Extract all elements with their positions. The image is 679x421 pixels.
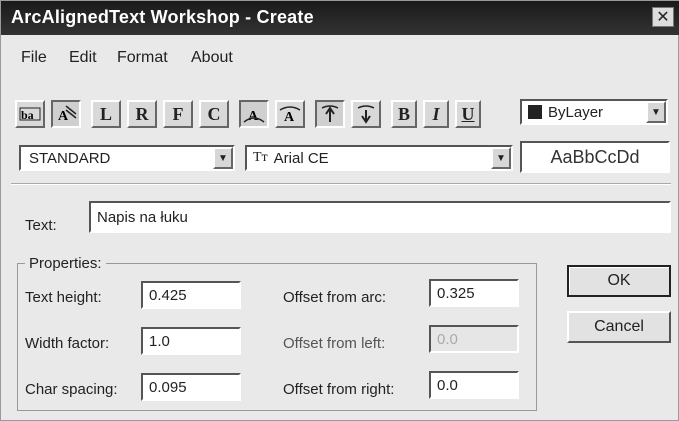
font-select[interactable]: Tт Arial CE ▼ xyxy=(245,145,513,171)
inward-button[interactable] xyxy=(351,100,381,128)
close-icon: ✕ xyxy=(656,9,670,26)
dialog-window: ArcAlignedText Workshop - Create ✕ File … xyxy=(0,0,679,421)
chevron-down-icon[interactable]: ▼ xyxy=(213,147,233,169)
menu-file[interactable]: File xyxy=(21,49,47,67)
svg-text:A: A xyxy=(248,109,259,124)
ok-button[interactable]: OK xyxy=(567,265,671,297)
offset-right-input[interactable]: 0.0 xyxy=(429,371,519,399)
menu-edit[interactable]: Edit xyxy=(69,49,97,67)
text-inward-icon xyxy=(357,105,375,124)
menu-about[interactable]: About xyxy=(191,49,233,67)
text-input[interactable]: Napis na łuku xyxy=(89,201,671,233)
align-left-label: L xyxy=(99,103,112,124)
offset-left-label: Offset from left: xyxy=(283,335,386,352)
text-height-input[interactable]: 0.425 xyxy=(141,281,241,309)
underline-button[interactable]: U xyxy=(455,100,481,128)
align-center-button[interactable]: C xyxy=(199,100,229,128)
cancel-button[interactable]: Cancel xyxy=(567,311,671,343)
chevron-down-icon[interactable]: ▼ xyxy=(646,101,666,123)
text-style-select[interactable]: STANDARD ▼ xyxy=(19,145,235,171)
layer-color-select[interactable]: ByLayer ▼ xyxy=(520,99,668,125)
color-swatch xyxy=(528,105,542,119)
svg-text:A: A xyxy=(284,110,295,124)
offset-arc-input[interactable]: 0.325 xyxy=(429,279,519,307)
width-factor-label: Width factor: xyxy=(25,335,110,352)
divider xyxy=(11,183,671,185)
text-inverted-button[interactable]: A xyxy=(51,100,81,128)
width-factor-input[interactable]: 1.0 xyxy=(141,327,241,355)
offset-left-input: 0.0 xyxy=(429,325,519,353)
text-concave-icon: A xyxy=(279,106,301,124)
text-below-arc-icon: A xyxy=(58,105,77,124)
align-fit-button[interactable]: F xyxy=(163,100,193,128)
outward-button[interactable] xyxy=(315,100,345,128)
text-align-bottom-button[interactable]: ba xyxy=(15,100,45,128)
text-outward-icon xyxy=(321,105,339,122)
layer-color-value: ByLayer xyxy=(548,103,604,121)
align-fit-label: F xyxy=(172,103,184,124)
offset-arc-label: Offset from arc: xyxy=(283,289,387,306)
menu-format[interactable]: Format xyxy=(117,49,168,67)
char-spacing-label: Char spacing: xyxy=(25,381,118,398)
properties-title: Properties: xyxy=(25,255,106,272)
concave-side-button[interactable]: A xyxy=(275,100,305,128)
font-value: Arial CE xyxy=(273,149,329,167)
close-button[interactable]: ✕ xyxy=(652,7,674,27)
menu-bar: File Edit Format About xyxy=(1,39,679,67)
convex-side-button[interactable]: A xyxy=(239,100,269,128)
title-bar: ArcAlignedText Workshop - Create ✕ xyxy=(1,1,679,35)
bold-label: B xyxy=(397,103,410,124)
toolbar: ba A L R F C A A B I U xyxy=(15,97,481,131)
align-right-button[interactable]: R xyxy=(127,100,157,128)
font-preview: AaBbCcDd xyxy=(520,141,670,173)
text-convex-icon: A xyxy=(243,109,265,124)
text-style-value: STANDARD xyxy=(29,149,111,167)
underline-label: U xyxy=(461,103,475,124)
offset-right-label: Offset from right: xyxy=(283,381,395,398)
italic-label: I xyxy=(432,103,440,124)
char-spacing-input[interactable]: 0.095 xyxy=(141,373,241,401)
align-right-label: R xyxy=(135,103,149,124)
truetype-icon: Tт xyxy=(253,150,268,165)
bold-button[interactable]: B xyxy=(391,100,417,128)
chevron-down-icon[interactable]: ▼ xyxy=(491,147,511,169)
align-center-label: C xyxy=(207,103,221,124)
text-height-label: Text height: xyxy=(25,289,102,306)
align-left-button[interactable]: L xyxy=(91,100,121,128)
window-title: ArcAlignedText Workshop - Create xyxy=(11,7,314,27)
italic-button[interactable]: I xyxy=(423,100,449,128)
text-label: Text: xyxy=(25,217,57,234)
text-above-arc-icon: ba xyxy=(19,107,41,122)
